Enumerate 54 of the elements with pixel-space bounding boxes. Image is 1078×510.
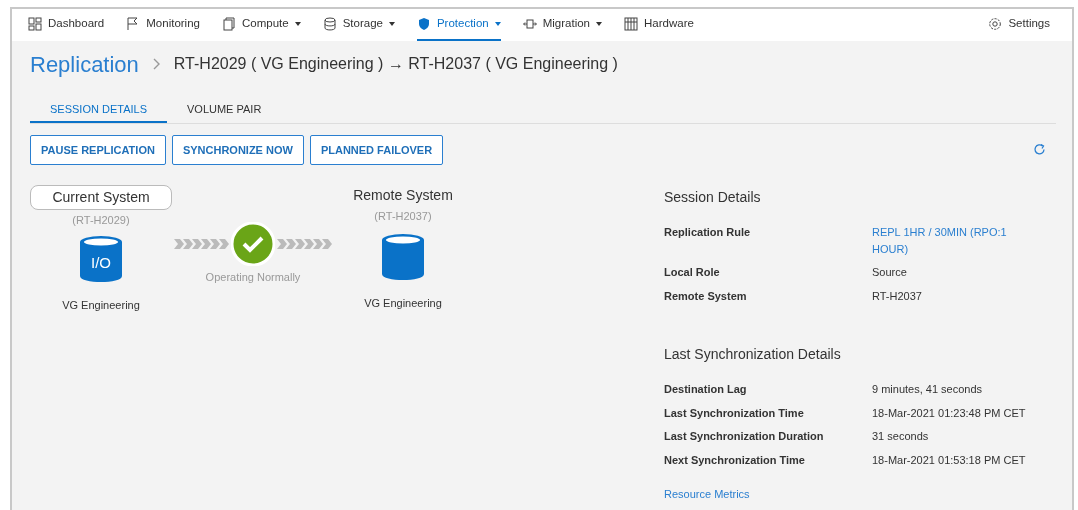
tab[interactable]: SESSION DETAILS: [30, 101, 167, 123]
system-name: VG Engineering: [364, 295, 442, 311]
nav-tab[interactable]: Storage: [322, 9, 395, 41]
nav-tab[interactable]: Compute: [221, 9, 301, 41]
field-label: Destination Lag: [664, 382, 748, 397]
nav-tab[interactable]: Hardware: [624, 9, 694, 41]
field-value: 18-Mar-2021 01:23:48 PM CET: [872, 405, 1027, 421]
field-value: 18-Mar-2021 01:53:18 PM CET: [872, 452, 1027, 468]
field-value: RT-H2037: [872, 288, 923, 304]
nav-tab[interactable]: Migration: [522, 9, 602, 41]
grid-icon: [28, 17, 42, 31]
action-button[interactable]: SYNCHRONIZE NOW: [171, 134, 304, 165]
system-name: VG Engineering: [62, 297, 140, 313]
metrics-link[interactable]: Resource Metrics: [664, 486, 750, 503]
system-label: Current System: [30, 185, 172, 210]
field-label: Replication Rule: [664, 225, 752, 240]
action-button[interactable]: PAUSE REPLICATION: [30, 134, 166, 165]
status-text: Operating Normally: [204, 270, 302, 285]
arrow-drawing: [174, 239, 230, 249]
action-button[interactable]: PLANNED FAILOVER: [309, 134, 444, 165]
volume-label: I/O: [90, 252, 112, 273]
check-icon: [231, 222, 275, 266]
page-title: RT-H2029 ( VG Engineering ) → RT-H2037 ( VG Engineering ): [173, 54, 618, 74]
system-label: Remote System: [353, 186, 453, 205]
breadcrumb-link[interactable]: Replication: [30, 47, 139, 81]
settings-link[interactable]: Settings: [988, 9, 1050, 41]
database-icon: [381, 232, 425, 283]
rule-link[interactable]: REPL 1HR / 30MIN (RPO:1 HOUR): [872, 224, 1042, 257]
settings-icon: [988, 17, 1003, 31]
tab[interactable]: VOLUME PAIR: [167, 101, 282, 123]
field-label: Remote System: [664, 288, 748, 304]
chevron-icon: [152, 58, 160, 70]
nav-tab[interactable]: Dashboard: [28, 9, 105, 41]
shield-icon: [416, 17, 431, 31]
field-label: Local Role: [664, 265, 721, 280]
pages-icon: [221, 17, 236, 31]
hardware-icon: [624, 17, 638, 31]
field-label: Next Synchronization Time: [664, 452, 806, 468]
refresh-icon[interactable]: [1033, 143, 1046, 157]
field-value: Source: [872, 265, 908, 280]
field-label: Last Synchronization Duration: [664, 429, 825, 444]
system-id: (RT-H2037): [374, 209, 432, 224]
arrow-drawing: [277, 239, 333, 249]
section-title: Session Details: [664, 188, 762, 207]
nav-tab[interactable]: Monitoring: [126, 9, 200, 41]
section-title: Last Synchronization Details: [664, 345, 842, 364]
nav-tab[interactable]: Protection: [416, 9, 501, 41]
field-value: 9 minutes, 41 seconds: [872, 382, 984, 397]
database-icon: [79, 234, 123, 285]
field-label: Last Synchronization Time: [664, 405, 805, 421]
migration-icon: [522, 17, 537, 31]
system-id: (RT-H2029): [72, 213, 130, 228]
field-value: 31 seconds: [872, 429, 930, 444]
database-icon: [322, 17, 337, 31]
